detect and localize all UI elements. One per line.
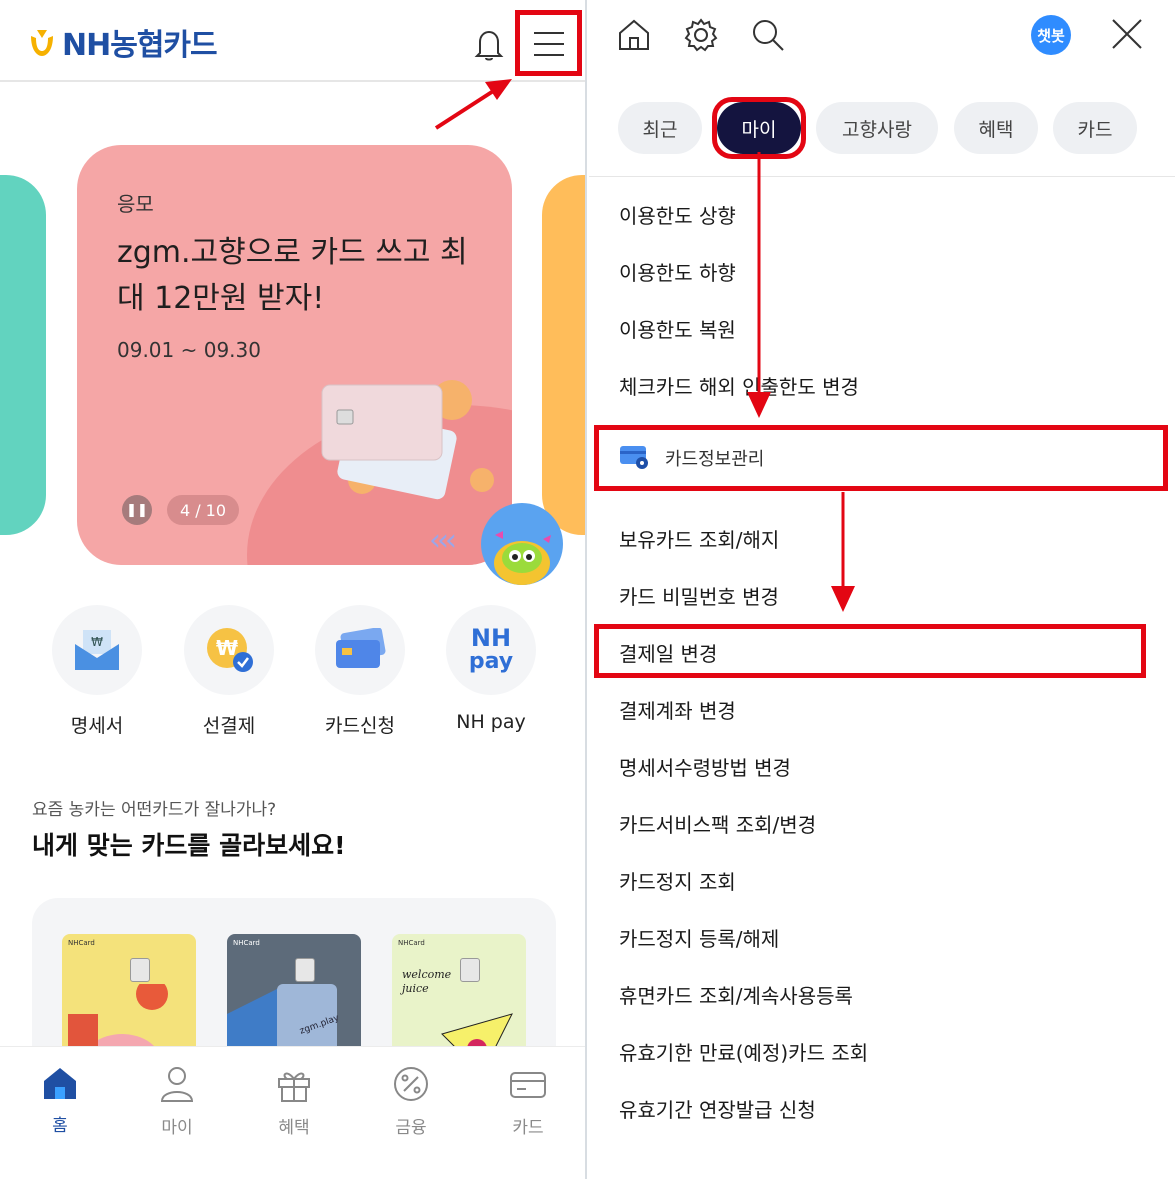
menu-item-expiry-extension[interactable]: 유효기간 연장발급 신청 (619, 1094, 816, 1123)
bottom-navigation: 홈 마이 혜택 금융 카드 (0, 1046, 585, 1179)
nh-pay-icon: NH pay (446, 605, 536, 695)
menu-item-limit-decrease[interactable]: 이용한도 하향 (619, 257, 736, 286)
percent-icon (394, 1067, 428, 1101)
nav-benefits[interactable]: 혜택 (254, 1065, 334, 1138)
chatbot-button[interactable]: 챗봇 (1031, 15, 1071, 55)
card-brand-label: NHCard (398, 939, 425, 947)
promo-card-next[interactable] (542, 175, 585, 535)
menu-item-owned-cards[interactable]: 보유카드 조회/해지 (619, 524, 779, 553)
menu-screen: 챗봇 최근 마이 고향사랑 혜택 카드 이용한도 상향 이용한도 하향 이용한도… (589, 0, 1175, 1179)
payment-date-highlight-box (594, 624, 1146, 678)
promo-card-current[interactable]: 응모 zgm.고향으로 카드 쓰고 최대 12만원 받자! 09.01 ~ 09… (77, 145, 512, 565)
recommend-title: 내게 맞는 카드를 골라보세요! (32, 831, 346, 860)
app-header: NH농협카드 (0, 0, 585, 82)
mascot-icon (494, 531, 551, 585)
menu-item-payment-account[interactable]: 결제계좌 변경 (619, 695, 736, 724)
person-icon (160, 1067, 194, 1102)
prepay-coin-icon: ₩ (184, 605, 274, 695)
tab-my-highlight-box (712, 97, 806, 159)
menu-item-suspension-lookup[interactable]: 카드정지 조회 (619, 866, 736, 895)
nav-finance[interactable]: 금융 (371, 1065, 451, 1138)
quick-menu-statement[interactable]: ₩ 명세서 (51, 605, 143, 738)
nh-emblem-icon (31, 30, 53, 56)
nav-label: 혜택 (278, 1118, 310, 1138)
svg-text:₩: ₩ (91, 635, 103, 649)
settings-gear-icon[interactable] (683, 17, 719, 53)
carousel-counter: 4 / 10 (167, 495, 239, 525)
card-brand-label: NHCard (233, 939, 260, 947)
swipe-chevrons: ‹‹‹ (429, 523, 457, 558)
gift-icon (278, 1072, 310, 1102)
tab-hometown[interactable]: 고향사랑 (816, 102, 938, 154)
quick-menu-label: 카드신청 (325, 715, 395, 737)
nh-card-logo[interactable]: NH농협카드 (28, 22, 218, 63)
tab-recent[interactable]: 최근 (618, 102, 702, 154)
menu-item-expiring-cards[interactable]: 유효기한 만료(예정)카드 조회 (619, 1037, 868, 1066)
menu-top-bar: 챗봇 (589, 0, 1175, 78)
nh-pay-logo-pay: pay (468, 649, 514, 674)
menu-item-limit-increase[interactable]: 이용한도 상향 (619, 200, 736, 229)
card-apply-icon (315, 605, 405, 695)
tab-card[interactable]: 카드 (1053, 102, 1137, 154)
tab-benefits[interactable]: 혜택 (954, 102, 1038, 154)
statement-envelope-icon: ₩ (52, 605, 142, 695)
nav-label: 마이 (161, 1118, 193, 1138)
menu-item-suspension-register[interactable]: 카드정지 등록/해제 (619, 923, 779, 952)
search-icon[interactable] (751, 18, 785, 52)
recommend-subtitle: 요즘 농카는 어떤카드가 잘나가나? (32, 800, 277, 820)
tab-divider (589, 176, 1175, 177)
nav-card[interactable]: 카드 (488, 1065, 568, 1138)
screenshot-stage: NH농협카드 응모 zgm.고향으로 카드 쓰고 최대 12만원 받자! 09.… (0, 0, 1175, 1179)
quick-menu-prepay[interactable]: ₩ 선결제 (183, 605, 275, 738)
menu-item-card-password[interactable]: 카드 비밀번호 변경 (619, 581, 779, 610)
menu-item-check-card-overseas-limit[interactable]: 체크카드 해외 인출한도 변경 (619, 371, 859, 400)
card-brand-label: NHCard (68, 939, 95, 947)
promo-title: zgm.고향으로 카드 쓰고 최대 12만원 받자! (117, 235, 468, 316)
close-x-icon[interactable] (1110, 17, 1144, 51)
menu-item-dormant-cards[interactable]: 휴면카드 조회/계속사용등록 (619, 980, 853, 1009)
promo-card-prev[interactable] (0, 175, 46, 535)
promo-period: 09.01 ~ 09.30 (117, 338, 261, 362)
section-highlight-box (594, 425, 1168, 491)
nav-label: 금융 (395, 1118, 427, 1138)
nav-my[interactable]: 마이 (137, 1065, 217, 1138)
nav-home[interactable]: 홈 (20, 1065, 100, 1136)
nav-label: 홈 (52, 1116, 68, 1136)
promo-card-illustration (321, 380, 494, 500)
card-chip (130, 958, 150, 982)
bell-icon[interactable] (474, 28, 504, 62)
menu-item-service-pack[interactable]: 카드서비스팩 조회/변경 (619, 809, 816, 838)
quick-menu-label: 선결제 (202, 715, 256, 737)
mascot-floating-button[interactable] (481, 503, 563, 585)
card-chip (460, 958, 480, 982)
card-icon (510, 1072, 546, 1098)
quick-menu-nh-pay[interactable]: NH pay NH pay (445, 605, 537, 733)
home-screen: NH농협카드 응모 zgm.고향으로 카드 쓰고 최대 12만원 받자! 09.… (0, 0, 587, 1179)
quick-menu-label: NH pay (456, 711, 526, 733)
menu-item-statement-method[interactable]: 명세서수령방법 변경 (619, 752, 791, 781)
home-icon (44, 1068, 76, 1099)
menu-item-limit-restore[interactable]: 이용한도 복원 (619, 314, 736, 343)
carousel-pause-button[interactable]: ❚❚ (122, 495, 152, 525)
card-caption: welcome juice (402, 968, 452, 995)
quick-menu-card-apply[interactable]: 카드신청 (314, 605, 406, 738)
logo-text: NH농협카드 (62, 28, 218, 63)
quick-menu-label: 명세서 (70, 715, 124, 737)
promo-tag: 응모 (117, 192, 154, 216)
menu-highlight-box (515, 10, 582, 76)
home-icon[interactable] (617, 18, 651, 52)
nav-label: 카드 (512, 1118, 544, 1138)
nh-pay-logo-nh: NH (470, 624, 512, 652)
